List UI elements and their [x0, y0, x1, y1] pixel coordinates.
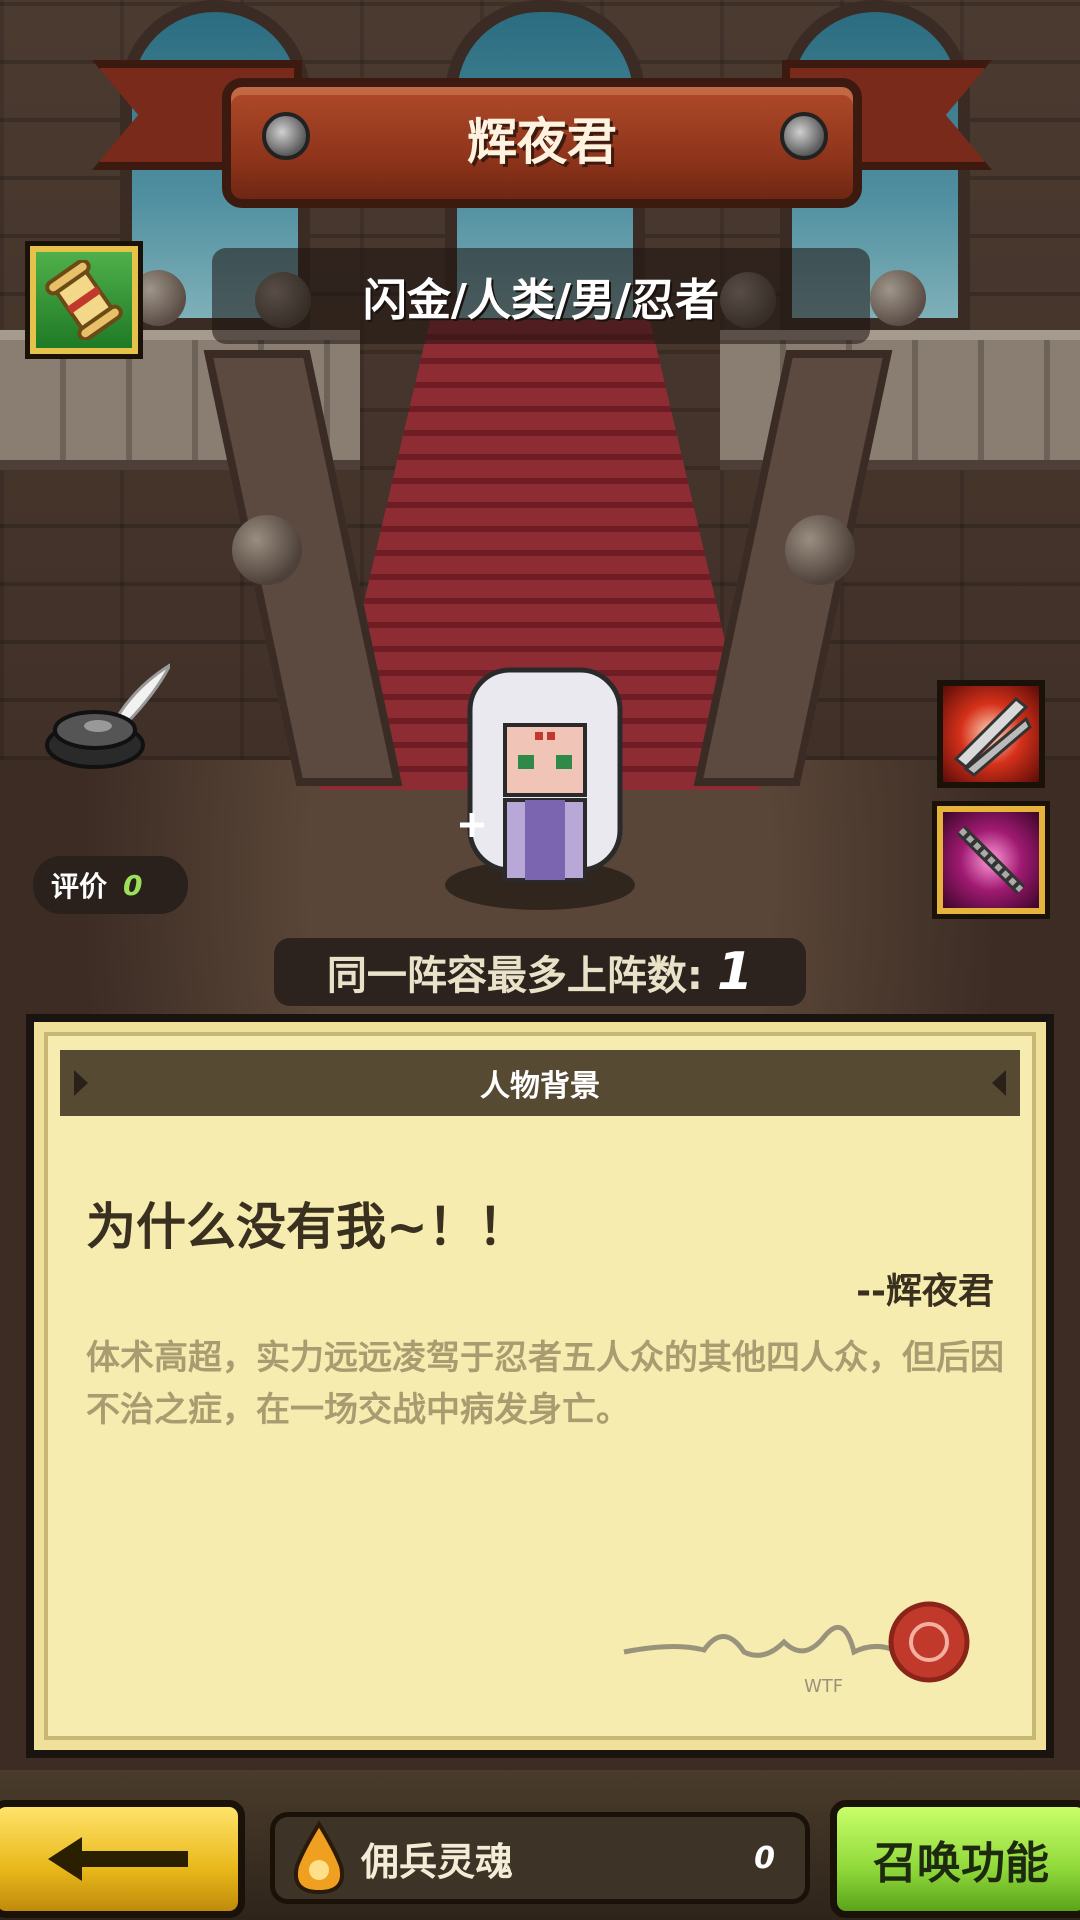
skill-slot-2[interactable]: [937, 806, 1045, 914]
blade-slash-skill-icon: [953, 696, 1032, 777]
spiked-spear-skill-icon: [956, 825, 1026, 895]
hero-attributes: 闪金/人类/男/忍者: [212, 248, 870, 344]
back-button[interactable]: [0, 1800, 245, 1918]
max-deploy-value: 1: [716, 942, 754, 1002]
hero-detail-screen: 辉夜君 闪金/人类/男/忍者 评价 0 同一阵容最多上阵数: 1 人物背景 为什…: [0, 0, 1080, 1920]
scroll-icon: [45, 260, 123, 340]
max-deploy-info: 同一阵容最多上阵数: 1: [274, 938, 806, 1006]
hero-name: 辉夜君: [467, 113, 617, 171]
soul-label: 佣兵灵魂: [361, 1839, 514, 1884]
scroll-button[interactable]: [30, 246, 138, 354]
max-deploy-label: 同一阵容最多上阵数:: [326, 953, 703, 999]
summon-button[interactable]: 召唤功能: [830, 1800, 1080, 1918]
title-banner: 辉夜君: [92, 30, 992, 230]
left-arrow-icon: [47, 1837, 188, 1881]
hero-sprite: [460, 667, 623, 882]
triangle-right-icon: [992, 1070, 1006, 1096]
skill-slot-1[interactable]: [937, 680, 1045, 788]
rail-orb: [232, 515, 302, 585]
rail-orb: [785, 515, 855, 585]
signature-seal: WTF: [623, 1601, 970, 1697]
soul-count: 0: [754, 1840, 775, 1876]
panel-title: 人物背景: [480, 1069, 600, 1104]
rating-label: 评价: [51, 870, 108, 903]
signature-mark: WTF: [804, 1676, 843, 1697]
rating-badge: 评价 0: [33, 856, 188, 914]
hero-quote: 为什么没有我~！！: [86, 1198, 528, 1256]
hero-story: 体术高超，实力远远凌驾于忍者五人众的其他四人众，但后因不治之症，在一场交战中病发…: [86, 1338, 1004, 1430]
background-panel: 人物背景 为什么没有我~！！ --辉夜君 体术高超，实力远远凌驾于忍者五人众的其…: [26, 1014, 1054, 1758]
summon-label: 召唤功能: [873, 1838, 1049, 1889]
quote-author: --辉夜君: [856, 1271, 994, 1312]
triangle-left-icon: [74, 1070, 88, 1096]
pillar-orb: [870, 270, 926, 326]
panel-header: 人物背景: [60, 1050, 1020, 1116]
rating-value: 0: [123, 868, 143, 902]
quill-inkwell-icon[interactable]: [40, 660, 170, 770]
pillar-orb: [130, 270, 186, 326]
soul-drop-icon: [294, 1820, 344, 1895]
mercenary-soul-counter: 佣兵灵魂 0: [270, 1812, 810, 1904]
